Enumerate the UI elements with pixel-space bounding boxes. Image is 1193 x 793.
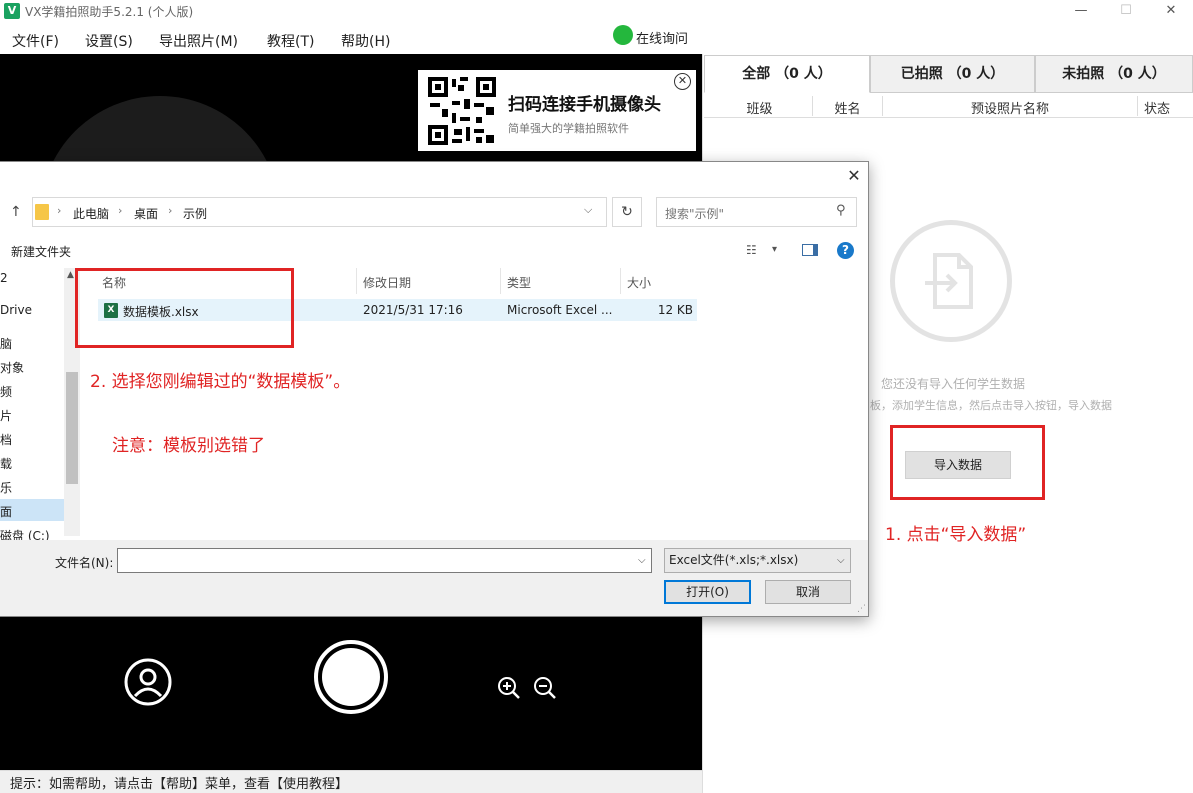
preview-pane-icon[interactable] [802, 244, 818, 256]
column-header-size[interactable]: 大小 [627, 274, 651, 291]
annotation-step-2: 2. 选择您刚编辑过的“数据模板”。 [90, 372, 351, 392]
menu-file[interactable]: 文件(F) [12, 31, 59, 51]
nav-item-this-pc[interactable]: 脑 [0, 335, 12, 352]
tab-not-photographed[interactable]: 未拍照 （0 人） [1035, 55, 1193, 93]
nav-item-videos[interactable]: 频 [0, 383, 12, 400]
nav-item-downloads[interactable]: 载 [0, 455, 12, 472]
refresh-icon[interactable]: ↻ [612, 197, 642, 227]
menu-export-photos[interactable]: 导出照片(M) [159, 31, 238, 51]
resize-grip-icon[interactable]: ⋰ [857, 604, 866, 614]
wechat-icon[interactable] [613, 25, 633, 45]
column-divider [882, 96, 883, 116]
column-divider [812, 96, 813, 116]
qr-card-close-icon[interactable]: ✕ [674, 73, 691, 90]
menu-help[interactable]: 帮助(H) [341, 31, 390, 51]
help-icon[interactable]: ? [837, 242, 854, 259]
annotation-highlight-import [890, 425, 1045, 500]
chevron-down-icon[interactable]: ⌵ [837, 555, 845, 566]
app-logo-icon: V [4, 3, 20, 19]
column-divider [500, 268, 501, 294]
dialog-close-icon[interactable]: ✕ [845, 167, 863, 185]
column-name[interactable]: 姓名 [815, 98, 880, 117]
filename-input[interactable] [117, 548, 652, 573]
chevron-down-icon[interactable]: ▾ [772, 244, 777, 255]
qr-card-subtitle: 简单强大的学籍拍照软件 [508, 122, 629, 135]
status-hint-text: 提示：如需帮助，请点击【帮助】菜单，查看【使用教程】 [10, 777, 349, 792]
chevron-right-icon: › [168, 204, 173, 217]
breadcrumb-example[interactable]: 示例 [183, 205, 207, 222]
column-class[interactable]: 班级 [722, 98, 797, 117]
zoom-in-icon[interactable] [497, 676, 521, 700]
annotation-step-1: 1. 点击“导入数据” [885, 525, 1027, 545]
nav-scrollbar-thumb[interactable] [66, 372, 78, 484]
empty-state-title: 您还没有导入任何学生数据 [881, 377, 1026, 391]
window-title: VX学籍拍照助手5.2.1 (个人版) [25, 5, 194, 19]
qr-card-title: 扫码连接手机摄像头 [508, 95, 661, 115]
new-folder-button[interactable]: 新建文件夹 [11, 243, 71, 260]
open-button[interactable]: 打开(O) [664, 580, 751, 604]
breadcrumb-desktop[interactable]: 桌面 [134, 205, 158, 222]
breadcrumb-this-pc[interactable]: 此电脑 [73, 205, 109, 222]
zoom-out-icon[interactable] [533, 676, 557, 700]
column-divider [620, 268, 621, 294]
nav-item[interactable]: 2 [0, 271, 8, 285]
cancel-button[interactable]: 取消 [765, 580, 851, 604]
minimize-button[interactable]: — [1058, 0, 1104, 22]
column-photo-name[interactable]: 预设照片名称 [885, 98, 1135, 117]
column-header-type[interactable]: 类型 [507, 274, 531, 291]
view-options-icon[interactable]: ☷ [746, 243, 757, 257]
nav-item-music[interactable]: 乐 [0, 479, 12, 496]
window-close-button[interactable]: ✕ [1148, 0, 1193, 22]
filename-label: 文件名(N): [55, 556, 114, 570]
shutter-button-inner[interactable] [322, 648, 380, 706]
scroll-up-arrow-icon[interactable]: ▲ [67, 270, 74, 280]
menu-tutorial[interactable]: 教程(T) [267, 31, 314, 51]
chevron-right-icon: › [57, 204, 62, 217]
column-status[interactable]: 状态 [1138, 98, 1176, 117]
file-modified: 2021/5/31 17:16 [363, 303, 463, 317]
annotation-highlight-file [75, 268, 294, 348]
online-inquiry-link[interactable]: 在线询问 [636, 28, 688, 47]
search-placeholder: 搜索"示例" [665, 207, 725, 221]
tab-all[interactable]: 全部 （0 人） [704, 55, 870, 93]
person-icon[interactable] [124, 658, 172, 706]
file-size: 12 KB [657, 303, 693, 317]
chevron-right-icon: › [118, 204, 123, 217]
empty-state-hint: 板，添加学生信息，然后点击导入按钮，导入数据 [870, 399, 1112, 412]
file-type-filter-select[interactable]: Excel文件(*.xls;*.xlsx) [664, 548, 851, 573]
maximize-button[interactable]: ☐ [1103, 0, 1149, 22]
nav-item-3d-objects[interactable]: 对象 [0, 359, 24, 376]
annotation-note: 注意：模板别选错了 [112, 436, 265, 456]
column-header-modified[interactable]: 修改日期 [363, 274, 411, 291]
tab-photographed[interactable]: 已拍照 （0 人） [870, 55, 1035, 93]
file-type: Microsoft Excel ... [507, 303, 613, 317]
qr-code-icon [428, 77, 496, 145]
menu-settings[interactable]: 设置(S) [85, 31, 133, 51]
search-icon[interactable]: ⚲ [836, 203, 846, 218]
chevron-down-icon[interactable]: ⌵ [638, 555, 646, 566]
nav-item-documents[interactable]: 档 [0, 431, 12, 448]
up-arrow-icon[interactable]: ↑ [10, 204, 22, 220]
nav-item-pictures[interactable]: 片 [0, 407, 12, 424]
chevron-down-icon[interactable]: ⌵ [584, 203, 592, 217]
column-divider [356, 268, 357, 294]
nav-item-desktop[interactable]: 面 [0, 503, 12, 520]
import-file-icon [890, 220, 1012, 342]
folder-icon [35, 204, 49, 220]
nav-item-onedrive[interactable]: Drive [0, 303, 32, 317]
